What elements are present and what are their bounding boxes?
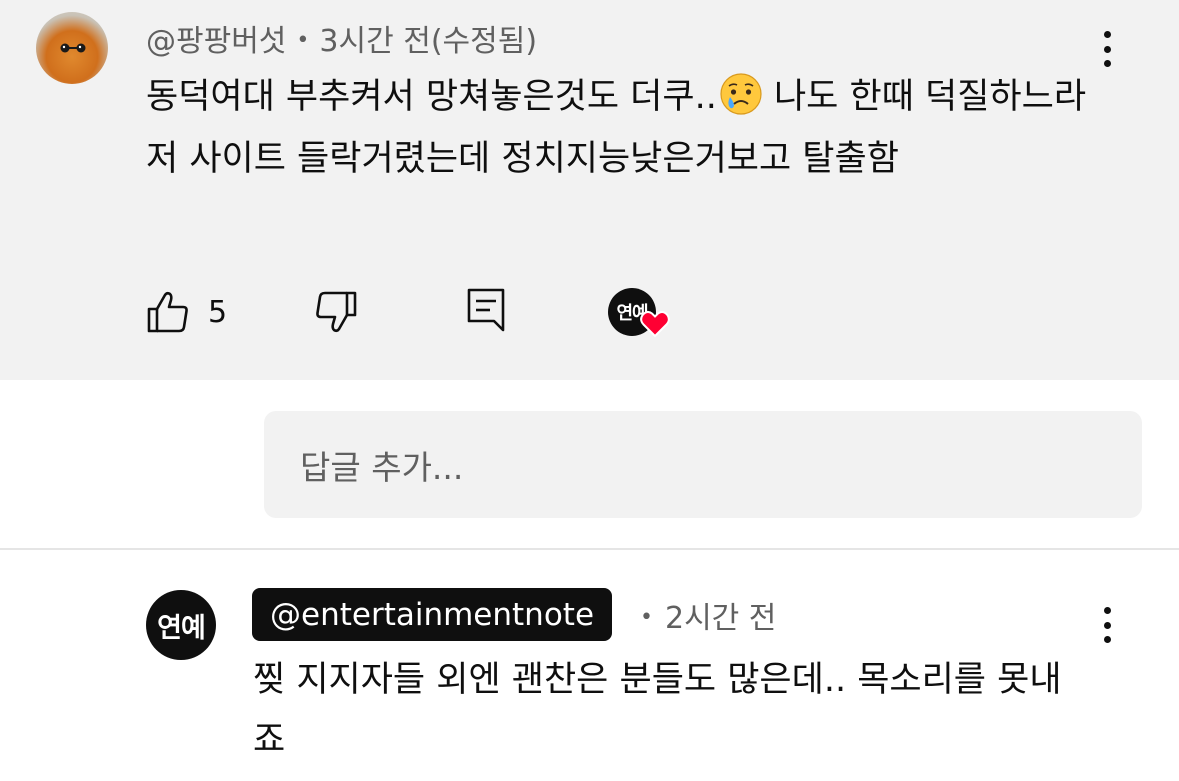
like-button[interactable]: 5 [146, 288, 227, 336]
highlighted-comment: @팡팡버섯 • 3시간 전(수정됨) 동덕여대 부추켜서 망쳐놓은것도 더쿠.. 나… [0, 0, 1179, 380]
reply-more-options-icon[interactable] [1092, 603, 1122, 647]
comment-meta: @팡팡버섯 • 3시간 전(수정됨) [146, 16, 537, 60]
creator-heart-badge: 연예 [608, 288, 672, 344]
comment-thread: @팡팡버섯 • 3시간 전(수정됨) 동덕여대 부추켜서 망쳐놓은것도 더쿠.. 나… [0, 0, 1179, 781]
add-reply-placeholder: 답글 추가... [300, 447, 464, 487]
comment-text-part1: 동덕여대 부추켜서 망쳐놓은것도 더쿠.. [146, 77, 717, 117]
reply-author-avatar[interactable]: 연예 [146, 590, 216, 660]
reply-meta-separator: • [640, 605, 653, 630]
meta-separator: • [296, 28, 310, 53]
reply-body: 찢 지지자들 외엔 괜찬은 분들도 많은데.. 목소리를 못내죠 [253, 660, 1062, 760]
comment-body: 동덕여대 부추켜서 망쳐놓은것도 더쿠.. 나도 한때 덕질하느라 저 사이트 … [146, 66, 1106, 190]
dislike-button[interactable] [314, 288, 358, 336]
divider [0, 548, 1179, 550]
like-count: 5 [208, 294, 228, 330]
heart-icon [640, 311, 670, 338]
commenter-avatar[interactable] [36, 12, 108, 84]
thumbs-down-icon [316, 291, 357, 333]
thumbs-up-icon [147, 291, 188, 333]
reply-button[interactable] [466, 286, 506, 334]
reply-comment-icon [467, 288, 505, 332]
reply-author-chip[interactable]: @entertainmentnote [252, 588, 613, 641]
reply-meta: • 2시간 전 [640, 593, 776, 637]
add-reply-input[interactable]: 답글 추가... [264, 411, 1142, 518]
crying-face-icon [720, 73, 762, 115]
more-options-icon[interactable] [1092, 27, 1122, 71]
reply-time: 2시간 전 [664, 601, 777, 636]
glasses-icon [60, 43, 86, 53]
comment-author[interactable]: @팡팡버섯 [146, 24, 286, 59]
comment-time: 3시간 전(수정됨) [319, 24, 538, 59]
